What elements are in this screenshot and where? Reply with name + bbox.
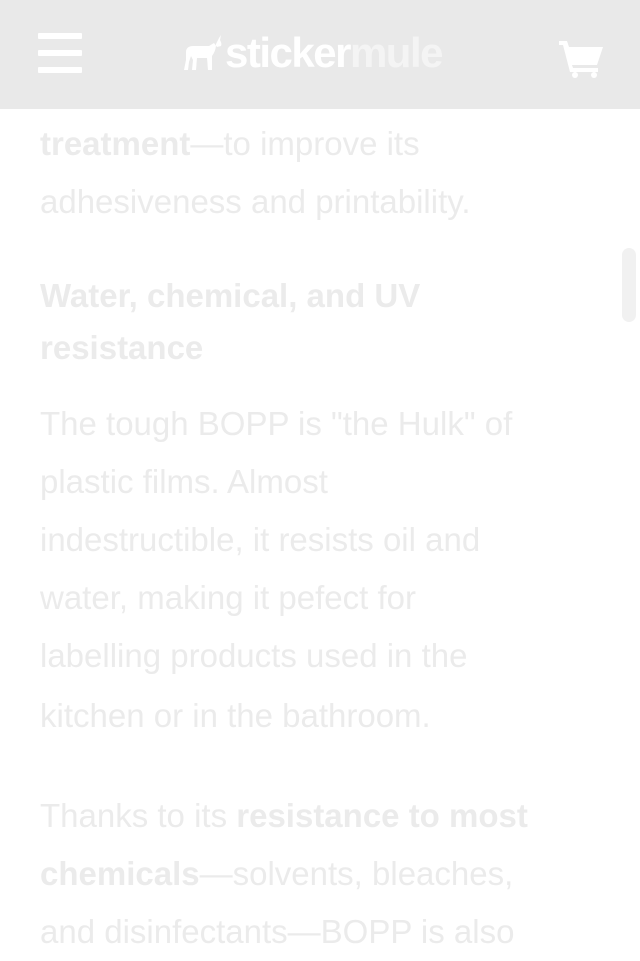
- paragraph-1-line-1: The tough BOPP is "the Hulk" of: [40, 405, 513, 442]
- sticker-mule-logo[interactable]: stickermule: [181, 28, 471, 78]
- section-heading-line-2: resistance: [40, 329, 204, 366]
- intro-bold: treatment: [40, 125, 191, 162]
- paragraph-2-normal: Thanks to its: [40, 797, 237, 834]
- shopping-cart-icon[interactable]: [558, 38, 604, 78]
- logo-text-mule: mule: [349, 29, 444, 76]
- paragraph-1-line-6: kitchen or in the bathroom.: [40, 697, 431, 734]
- horse-logo-icon: [184, 35, 222, 70]
- hamburger-menu-icon[interactable]: [38, 33, 82, 73]
- intro-rest: —to improve its: [190, 125, 420, 162]
- paragraph-2-line-3: and disinfectants—BOPP is also: [40, 913, 515, 950]
- paragraph-1-line-2: plastic films. Almost: [40, 463, 328, 500]
- paragraph-2-line-1: Thanks to its resistance to most: [40, 787, 528, 845]
- paragraph-1-line-5: labelling products used in the: [40, 637, 468, 674]
- logo-wordmark: stickermule: [225, 28, 444, 78]
- paragraph-2-bold-2: chemicals: [40, 855, 200, 892]
- paragraph-2-rest: —solvents, bleaches,: [199, 855, 514, 892]
- section-heading-line-1: Water, chemical, and UV: [40, 277, 421, 314]
- scrollbar-thumb[interactable]: [622, 248, 636, 322]
- paragraph-1-line-3: indestructible, it resists oil and: [40, 521, 481, 558]
- intro-line-2: adhesiveness and printability.: [40, 183, 471, 220]
- top-header: stickermule: [0, 0, 640, 109]
- paragraph-1-line-4: water, making it pefect for: [40, 579, 417, 616]
- paragraph-2-line-2: chemicals—solvents, bleaches,: [40, 845, 513, 903]
- paragraph-2-bold: resistance to most: [236, 797, 528, 834]
- logo-text-sticker: sticker: [225, 29, 351, 76]
- intro-line-1: treatment—to improve its: [40, 115, 420, 173]
